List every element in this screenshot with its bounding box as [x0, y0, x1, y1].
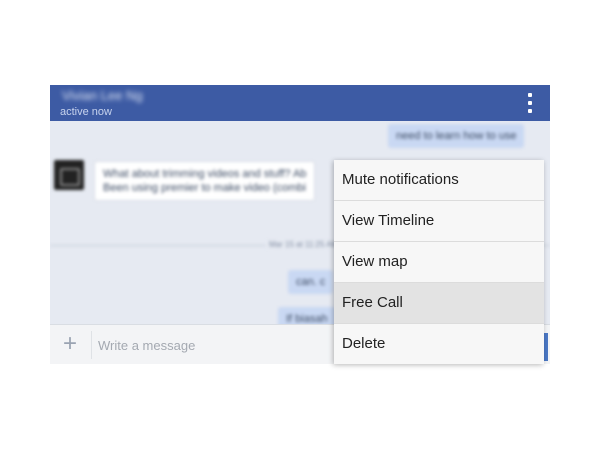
menu-item-delete[interactable]: Delete	[334, 324, 544, 364]
message-line: Been using premier to make video (combi	[103, 182, 306, 194]
menu-item-free-call[interactable]: Free Call	[334, 283, 544, 324]
message-input[interactable]	[98, 333, 328, 357]
message-bubble-outgoing: need to learn how to use	[388, 124, 525, 148]
chat-header: Vivian Lee Ng active now	[50, 85, 550, 121]
message-bubble-incoming: What about trimming videos and stuff? Ab…	[94, 161, 316, 201]
menu-item-mute-notifications[interactable]: Mute notifications	[334, 160, 544, 201]
send-button[interactable]	[544, 333, 548, 361]
more-vertical-icon[interactable]	[522, 91, 538, 115]
message-bubble-outgoing: can. c	[288, 270, 334, 294]
menu-item-view-timeline[interactable]: View Timeline	[334, 201, 544, 242]
overflow-menu: Mute notifications View Timeline View ma…	[334, 160, 544, 364]
menu-item-view-map[interactable]: View map	[334, 242, 544, 283]
contact-name[interactable]: Vivian Lee Ng	[62, 88, 143, 103]
timestamp: Mar 15 at 11:25 AM	[266, 240, 342, 249]
composer-divider	[91, 331, 92, 359]
plus-icon[interactable]: +	[60, 332, 80, 356]
avatar[interactable]	[54, 160, 84, 190]
active-status: active now	[60, 106, 112, 118]
message-line: What about trimming videos and stuff? Ab	[103, 168, 307, 180]
